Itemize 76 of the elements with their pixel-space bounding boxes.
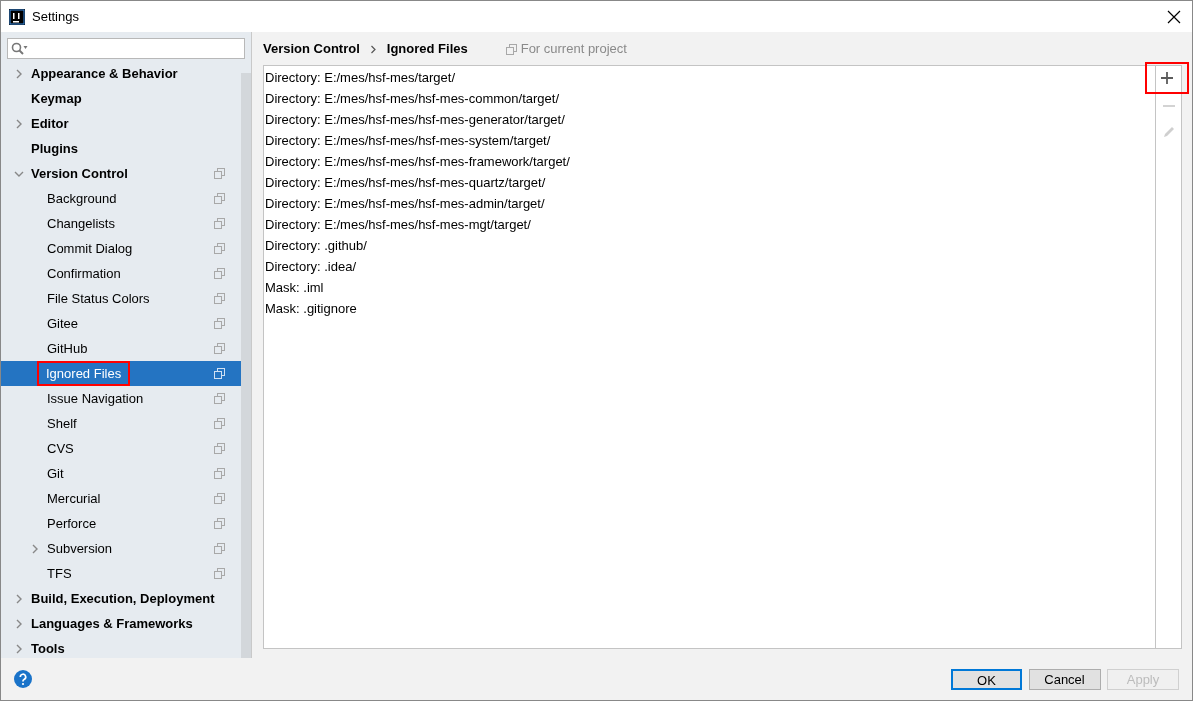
tree-label: CVS (47, 439, 74, 458)
tree-item[interactable]: Version Control (1, 161, 241, 186)
tree-item[interactable]: Build, Execution, Deployment (1, 586, 241, 611)
tree-item[interactable]: TFS (1, 561, 241, 586)
scrollbar[interactable] (241, 73, 251, 658)
window-title: Settings (32, 7, 79, 26)
tree-label: Issue Navigation (47, 389, 144, 408)
tree-item[interactable]: Gitee (1, 311, 241, 336)
tree-label: Languages & Frameworks (31, 614, 193, 633)
tree-label: GitHub (47, 339, 88, 358)
tree-item[interactable]: GitHub (1, 336, 241, 361)
tree-label: Confirmation (47, 264, 121, 283)
tree-item[interactable]: Changelists (1, 211, 241, 236)
list-item[interactable]: Mask: .gitignore (264, 298, 1155, 319)
tree-item[interactable]: CVS (1, 436, 241, 461)
tree-label: Subversion (47, 539, 113, 558)
list-item[interactable]: Directory: E:/mes/hsf-mes/hsf-mes-common/target/ (264, 88, 1155, 109)
tree-item[interactable]: Appearance & Behavior (1, 61, 241, 86)
tree-item[interactable]: Languages & Frameworks (1, 611, 241, 636)
list-item[interactable]: Directory: E:/mes/hsf-mes/hsf-mes-generator/target/ (264, 109, 1155, 130)
tree-label: Tools (31, 639, 65, 658)
breadcrumb-item: Ignored Files (386, 40, 468, 59)
list-item[interactable]: Directory: E:/mes/hsf-mes/hsf-mes-framework/target/ (264, 151, 1155, 172)
list-item[interactable]: Directory: .github/ (264, 235, 1155, 256)
tree-item[interactable]: Subversion (1, 536, 241, 561)
tree-item[interactable]: Keymap (1, 86, 241, 111)
tree-label: Background (47, 189, 117, 208)
highlighted-label: Ignored Files (38, 362, 130, 385)
scope-label: For current project (520, 40, 627, 59)
list-item[interactable]: Directory: .idea/ (264, 256, 1155, 277)
list-item[interactable]: Directory: E:/mes/hsf-mes/hsf-mes-mgt/target/ (264, 214, 1155, 235)
tree-label: Version Control (31, 164, 128, 183)
pencil-icon (1161, 125, 1176, 139)
app-logo-icon (9, 8, 25, 25)
chevron-right-icon (369, 44, 377, 54)
tree-label: Changelists (47, 214, 115, 233)
breadcrumb-item: Version Control (263, 40, 360, 59)
help-icon[interactable] (14, 670, 32, 688)
tree-label: Keymap (31, 89, 82, 108)
list-item[interactable]: Directory: E:/mes/hsf-mes/hsf-mes-quartz/target/ (264, 172, 1155, 193)
tree-item[interactable]: Mercurial (1, 486, 241, 511)
tree-label: Build, Execution, Deployment (31, 589, 215, 608)
list-item[interactable]: Directory: E:/mes/hsf-mes/hsf-mes-admin/target/ (264, 193, 1155, 214)
list-item[interactable]: Directory: E:/mes/hsf-mes/hsf-mes-system/target/ (264, 130, 1155, 151)
list-item[interactable]: Mask: .iml (264, 277, 1155, 298)
tree-label: Editor (31, 114, 69, 133)
tree-label: Appearance & Behavior (31, 64, 178, 83)
tree-item[interactable]: File Status Colors (1, 286, 241, 311)
tree-item[interactable]: Issue Navigation (1, 386, 241, 411)
tree-item[interactable]: Confirmation (1, 261, 241, 286)
copy-icon (505, 43, 517, 55)
tree-item[interactable]: Tools (1, 636, 241, 658)
tree-item[interactable]: Ignored Files (1, 361, 241, 386)
search-icon (11, 42, 29, 56)
search-field[interactable] (7, 38, 245, 59)
tree-item[interactable]: Background (1, 186, 241, 211)
list-item[interactable]: Directory: E:/mes/hsf-mes/target/ (264, 67, 1155, 88)
tree-label: Perforce (47, 514, 97, 533)
tree-item[interactable]: Git (1, 461, 241, 486)
add-button[interactable] (1145, 63, 1188, 93)
dialog-button[interactable]: OK (951, 668, 1022, 690)
tree-item[interactable]: Editor (1, 111, 241, 136)
tree-label: File Status Colors (47, 289, 150, 308)
dialog-button[interactable]: Cancel (1028, 668, 1101, 690)
tree-label: TFS (47, 564, 72, 583)
tree-label: Commit Dialog (47, 239, 133, 258)
tree-item[interactable]: Plugins (1, 136, 241, 161)
tree-item[interactable]: Shelf (1, 411, 241, 436)
tree-label: Mercurial (47, 489, 101, 508)
tree-item[interactable]: Perforce (1, 511, 241, 536)
plus-icon (1159, 71, 1174, 85)
tree-label: Plugins (31, 139, 78, 158)
tree-item[interactable]: Commit Dialog (1, 236, 241, 261)
tree-label: Gitee (47, 314, 79, 333)
tree-label: Git (47, 464, 64, 483)
tree-label: Shelf (47, 414, 77, 433)
